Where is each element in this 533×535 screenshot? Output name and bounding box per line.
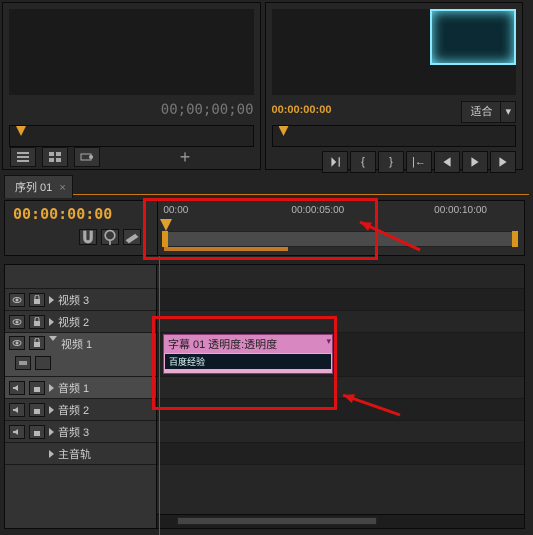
clip-title: 字幕 01 [168, 339, 205, 351]
program-playhead-icon[interactable] [279, 126, 289, 136]
lock-icon[interactable] [29, 336, 45, 350]
timeline-tracks: 视频 3 视频 2 视频 1 音频 1 [4, 264, 525, 529]
eye-icon[interactable] [9, 336, 25, 350]
tracks-content[interactable]: 字幕 01 透明度:透明度 ▾ 百度经验 [157, 265, 524, 528]
time-ruler[interactable]: 00:00 00:00:05:00 00:00:10:00 [157, 201, 524, 255]
track-name: 视频 1 [61, 336, 92, 352]
work-area-bar[interactable] [164, 247, 288, 251]
ruler-tick-label: 00:00:05:00 [291, 205, 344, 216]
title-clip[interactable]: 字幕 01 透明度:透明度 ▾ 百度经验 [163, 334, 333, 374]
track-name: 音频 2 [58, 402, 89, 418]
speaker-icon[interactable] [9, 381, 25, 395]
preview-thumbnail [430, 9, 516, 65]
track-header-master[interactable]: 主音轨 [5, 443, 156, 465]
timeline-header: 00:00:00:00 00:00 00:00:05:00 00:00:10:00 [4, 200, 525, 256]
clip-thumbnail-label: 百度经验 [165, 354, 331, 369]
lock-icon[interactable] [29, 403, 45, 417]
lock-icon[interactable] [29, 293, 45, 307]
program-mini-ruler[interactable] [272, 125, 517, 147]
program-timecode[interactable]: 00:00:00:00 [272, 101, 332, 119]
track-name: 音频 3 [58, 424, 89, 440]
track-name: 视频 3 [58, 292, 89, 308]
mark-clip-button[interactable]: } [378, 151, 404, 173]
sequence-tabs: 序列 01 × [4, 175, 529, 195]
horizontal-scrollbar[interactable] [157, 514, 524, 528]
automate-button[interactable] [74, 147, 100, 167]
prev-keyframe-icon[interactable] [35, 356, 51, 370]
lock-icon[interactable] [29, 381, 45, 395]
collapse-icon[interactable] [49, 336, 57, 341]
program-monitor: 00:00:00:00 适合▾ { } |← [265, 2, 524, 170]
zoom-dropdown-button[interactable]: ▾ [500, 101, 516, 123]
source-view[interactable] [9, 9, 254, 95]
track-headers: 视频 3 视频 2 视频 1 音频 1 [5, 265, 157, 528]
zoom-scrollbar[interactable] [164, 231, 516, 247]
lane-spacer [157, 265, 524, 289]
step-back-button[interactable] [434, 151, 460, 173]
sequence-tab-label: 序列 01 [15, 182, 52, 194]
lane-audio3[interactable] [157, 421, 524, 443]
track-name: 主音轨 [58, 446, 91, 462]
expand-icon[interactable] [49, 406, 54, 414]
lock-icon[interactable] [29, 315, 45, 329]
lane-audio1[interactable] [157, 377, 524, 399]
snap-button[interactable] [79, 229, 97, 245]
playhead-icon[interactable] [160, 219, 172, 231]
zoom-handle-right[interactable] [512, 231, 518, 247]
track-name: 音频 1 [58, 380, 89, 396]
eye-icon[interactable] [9, 315, 25, 329]
goto-in-button[interactable]: |← [406, 151, 432, 173]
source-playhead-icon[interactable] [16, 126, 26, 136]
scrollbar-thumb[interactable] [177, 517, 377, 525]
expand-icon[interactable] [49, 450, 54, 458]
lane-master[interactable] [157, 443, 524, 465]
play-button[interactable] [462, 151, 488, 173]
marker-button[interactable] [101, 229, 119, 245]
source-mini-ruler[interactable] [9, 125, 254, 147]
track-header-audio1[interactable]: 音频 1 [5, 377, 156, 399]
lock-icon[interactable] [29, 425, 45, 439]
expand-icon[interactable] [49, 384, 54, 392]
track-header-audio3[interactable]: 音频 3 [5, 421, 156, 443]
program-view[interactable] [272, 9, 517, 95]
mark-out-button[interactable]: { [350, 151, 376, 173]
timeline-header-left: 00:00:00:00 [5, 201, 157, 255]
zoom-handle-left[interactable] [162, 231, 168, 247]
ruler-tick-label: 00:00 [163, 205, 188, 216]
expand-icon[interactable] [49, 428, 54, 436]
playhead-timecode[interactable]: 00:00:00:00 [13, 205, 149, 223]
project-toolbar: + [6, 145, 202, 169]
track-header-video2[interactable]: 视频 2 [5, 311, 156, 333]
clip-fx-menu-icon[interactable]: ▾ [326, 336, 331, 347]
ruler-tick-label: 00:00:10:00 [434, 205, 487, 216]
track-header-video1[interactable]: 视频 1 [5, 333, 156, 377]
transport-controls: { } |← [272, 151, 517, 175]
new-item-button[interactable]: + [172, 147, 198, 167]
settings-button[interactable] [123, 229, 141, 245]
lane-video3[interactable] [157, 289, 524, 311]
track-header-audio2[interactable]: 音频 2 [5, 399, 156, 421]
track-header-video3[interactable]: 视频 3 [5, 289, 156, 311]
track-name: 视频 2 [58, 314, 89, 330]
list-view-button[interactable] [10, 147, 36, 167]
speaker-icon[interactable] [9, 425, 25, 439]
step-fwd-button[interactable] [490, 151, 516, 173]
zoom-fit-button[interactable]: 适合 [461, 101, 501, 123]
speaker-icon[interactable] [9, 403, 25, 417]
eye-icon[interactable] [9, 293, 25, 307]
icon-view-button[interactable] [42, 147, 68, 167]
lane-video2[interactable] [157, 311, 524, 333]
close-tab-button[interactable]: × [59, 182, 65, 194]
playhead-line[interactable] [159, 256, 160, 535]
sequence-tab[interactable]: 序列 01 × [4, 175, 73, 198]
expand-icon[interactable] [49, 318, 54, 326]
source-timecode[interactable]: 00;00;00;00 [9, 99, 254, 121]
mark-in-button[interactable] [322, 151, 348, 173]
clip-effect-label: 透明度:透明度 [208, 339, 277, 351]
lane-audio2[interactable] [157, 399, 524, 421]
expand-icon[interactable] [49, 296, 54, 304]
keyframe-mode-icon[interactable] [15, 356, 31, 370]
